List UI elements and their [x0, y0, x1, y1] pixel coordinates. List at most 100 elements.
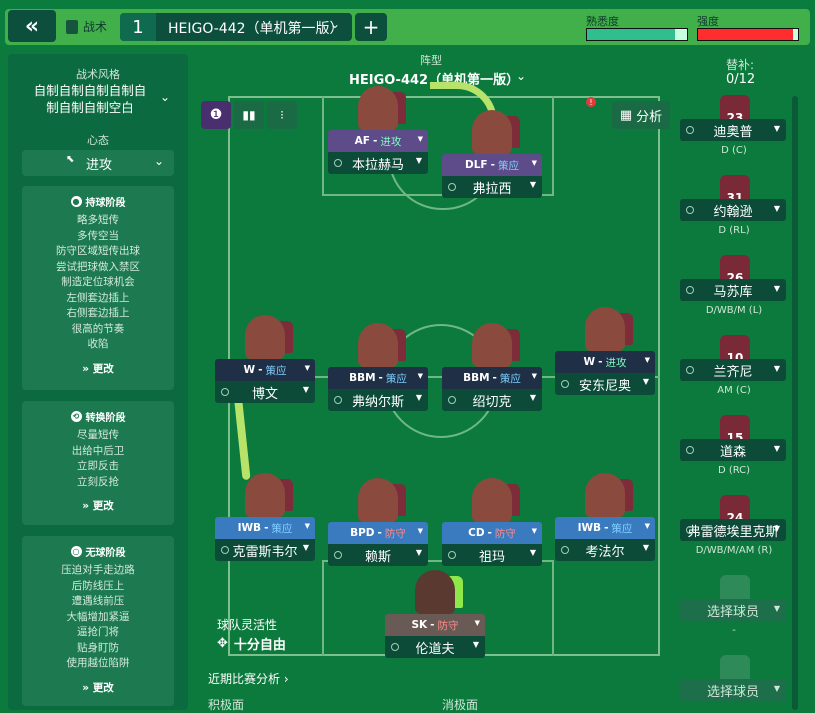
transition-icon: ⟲ [70, 411, 82, 422]
tactic-name[interactable]: HEIGO-442（单机第一版） [168, 18, 344, 38]
chevron-down-icon: ▼ [302, 543, 309, 552]
in-possession-change-button[interactable]: » 更改 [22, 361, 174, 376]
chevron-down-icon[interactable]: ⌄ [160, 90, 170, 104]
mentality-arrow-icon: ⬉ [66, 154, 75, 165]
chevron-down-icon: ▼ [529, 180, 536, 189]
formation-label: 阵型 [420, 54, 442, 67]
chevron-down-icon: ▼ [417, 135, 423, 143]
mentality-dropdown[interactable]: ⬉ 进攻 ⌄ [22, 150, 174, 176]
player-role[interactable]: CD - 防守 ▼ [442, 522, 542, 544]
player-name-dropdown[interactable]: 博文 ▼ [215, 381, 315, 403]
change-label: 更改 [92, 362, 114, 375]
chevron-down-icon: ▼ [417, 372, 423, 380]
add-tactic-button[interactable]: + [355, 13, 387, 41]
player-name-dropdown[interactable]: 本拉赫马 ▼ [328, 152, 428, 174]
role-code: BBM [349, 372, 376, 384]
substitute-dropdown[interactable]: 弗雷德埃里克斯 ▼ [680, 519, 786, 541]
player-role[interactable]: IWB - 策应 ▼ [215, 517, 315, 539]
flex-value-text: 十分自由 [233, 638, 286, 653]
player-role[interactable]: BPD - 防守 ▼ [328, 522, 428, 544]
player-name-dropdown[interactable]: 安东尼奥 ▼ [555, 373, 655, 395]
player-name: 绍切克 [472, 394, 512, 410]
tactics-label[interactable]: 战术 [66, 18, 107, 35]
chevron-down-icon: ▼ [773, 524, 780, 533]
chevron-down-icon: ▼ [773, 684, 780, 693]
chevron-down-icon: ▼ [644, 356, 650, 364]
intensity-meter[interactable] [697, 28, 799, 41]
substitute-dropdown[interactable]: 选择球员 ▼ [680, 679, 786, 701]
player-name-dropdown[interactable]: 祖玛 ▼ [442, 544, 542, 566]
person-icon [448, 396, 456, 404]
substitute-name: 兰齐尼 [713, 364, 753, 380]
substitute-position: D (RC) [717, 465, 751, 476]
instruction-item: 使用越位陷阱 [66, 657, 130, 669]
tactics-view-button[interactable]: ⁝ [267, 101, 297, 129]
substitute-dropdown[interactable]: 马苏库 ▼ [680, 279, 786, 301]
chevron-down-icon[interactable]: ⌄ [516, 69, 526, 83]
subs-title: 替补: [726, 58, 755, 72]
substitute-dropdown[interactable]: 选择球员 ▼ [680, 599, 786, 621]
transition-change-button[interactable]: » 更改 [22, 498, 174, 513]
role-code: AF [354, 135, 370, 147]
role-duty: 防守 [437, 619, 459, 632]
player-role[interactable]: IWB - 策应 ▼ [555, 517, 655, 539]
team-flex-value[interactable]: ✥ 十分自由 [217, 634, 286, 653]
analysis-button[interactable]: ▦ 分析 [612, 101, 670, 129]
chevron-down-icon[interactable]: ⌄ [330, 17, 340, 31]
player-name-dropdown[interactable]: 赖斯 ▼ [328, 544, 428, 566]
style-label: 战术风格 [76, 68, 120, 81]
substitute-name: 选择球员 [706, 604, 759, 620]
player-name-dropdown[interactable]: 弗拉西 ▼ [442, 176, 542, 198]
player-name-dropdown[interactable]: 伦道夫 ▼ [385, 636, 485, 658]
player-view-button[interactable]: ❶ [201, 101, 231, 129]
back-button[interactable]: « [8, 10, 56, 42]
double-chevron-left-icon: « [24, 13, 40, 39]
substitute-dropdown[interactable]: 兰齐尼 ▼ [680, 359, 786, 381]
substitute-dropdown[interactable]: 道森 ▼ [680, 439, 786, 461]
team-flex-label: 球队灵活性 [217, 618, 278, 632]
player-role[interactable]: BBM - 策应 ▼ [442, 367, 542, 389]
role-code: W [243, 364, 256, 376]
player-photo [358, 323, 398, 367]
familiarity-meter[interactable] [586, 28, 688, 41]
instruction-item: 左侧套边插上 [66, 291, 130, 304]
player-photo [415, 570, 455, 614]
player-photo [245, 473, 285, 517]
style-value[interactable]: 自制自制自制自制自制自制自制空白 [28, 82, 152, 116]
player-role[interactable]: W - 策应 ▼ [215, 359, 315, 381]
chevron-down-icon: ▼ [415, 393, 422, 402]
warning-icon[interactable]: ! [586, 97, 596, 107]
change-label: 更改 [92, 681, 114, 694]
stats-view-button[interactable]: ▮▮ [234, 101, 264, 129]
subs-scrollbar[interactable] [792, 96, 798, 710]
substitute-position: D (RL) [718, 225, 750, 236]
player-role[interactable]: AF - 进攻 ▼ [328, 130, 428, 152]
instruction-item: 遭遇线前压 [71, 595, 125, 607]
player-role[interactable]: SK - 防守 ▼ [385, 614, 485, 636]
player-photo [358, 478, 398, 522]
substitute-dropdown[interactable]: 约翰逊 ▼ [680, 199, 786, 221]
substitute-dropdown[interactable]: 迪奥普 ▼ [680, 119, 786, 141]
player-name: 博文 [251, 386, 278, 402]
chevron-down-icon: ▼ [529, 393, 536, 402]
player-role[interactable]: BBM - 策应 ▼ [328, 367, 428, 389]
recent-match-analysis-link[interactable]: 近期比赛分析 › [208, 670, 289, 687]
transition-card: ⟲ 转换阶段 尽量短传 出给中后卫 立即反击 立刻反抢 » 更改 [22, 401, 174, 525]
substitute-name: 选择球员 [706, 684, 759, 700]
tactic-slot-number[interactable]: 1 [120, 13, 156, 41]
role-code: BPD [350, 527, 375, 539]
person-icon [686, 206, 694, 214]
player-name-dropdown[interactable]: 弗纳尔斯 ▼ [328, 389, 428, 411]
chevron-down-icon: ▼ [531, 527, 537, 535]
player-name-dropdown[interactable]: 绍切克 ▼ [442, 389, 542, 411]
out-of-possession-change-button[interactable]: » 更改 [22, 680, 174, 695]
instruction-item: 尽量短传 [77, 429, 119, 441]
substitute-position: - [732, 625, 736, 636]
player-name-dropdown[interactable]: 克雷斯韦尔 ▼ [215, 539, 315, 561]
player-role[interactable]: W - 进攻 ▼ [555, 351, 655, 373]
player-name-dropdown[interactable]: 考法尔 ▼ [555, 539, 655, 561]
subs-count: 0/12 [726, 72, 756, 87]
substitute-name: 马苏库 [713, 284, 753, 300]
player-photo [472, 323, 512, 367]
player-role[interactable]: DLF - 策应 ▼ [442, 154, 542, 176]
